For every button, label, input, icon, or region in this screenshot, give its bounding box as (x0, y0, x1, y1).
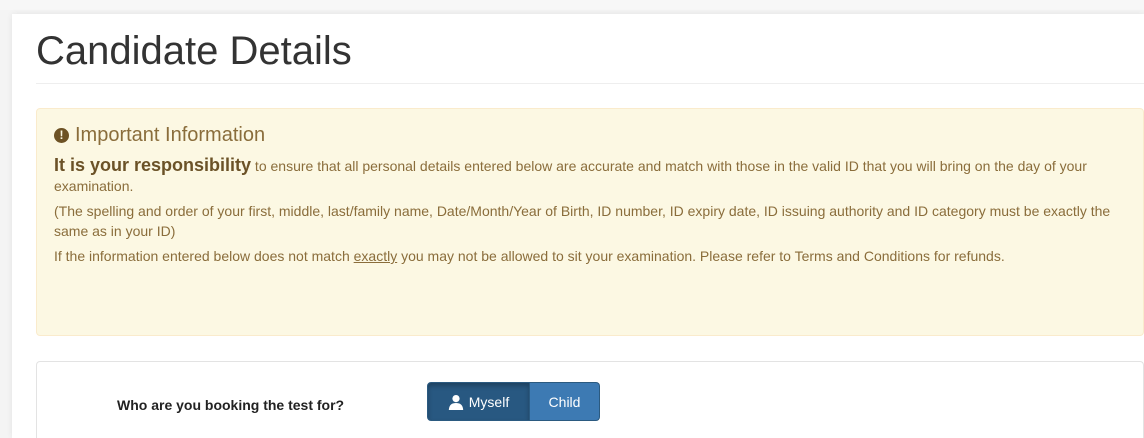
page: Candidate Details ! Important Informatio… (0, 0, 1144, 438)
booking-for-label: Who are you booking the test for? (117, 397, 345, 413)
top-band (0, 0, 1144, 10)
child-label: Child (548, 393, 581, 410)
mismatch-text-after: you may not be allowed to sit your exami… (397, 248, 1005, 264)
user-icon (448, 394, 463, 410)
candidate-details-card: Candidate Details ! Important Informatio… (12, 14, 1144, 438)
booking-for-panel: Who are you booking the test for? Myself… (36, 361, 1144, 438)
myself-label: Myself (468, 393, 510, 410)
booking-for-toggle: Myself Child (427, 382, 600, 421)
myself-button[interactable]: Myself (427, 382, 530, 421)
page-title: Candidate Details (36, 29, 352, 73)
mismatch-text-before: If the information entered below does no… (54, 248, 354, 264)
alert-heading: ! Important Information (54, 122, 1126, 148)
child-button[interactable]: Child (530, 382, 600, 421)
title-divider (36, 83, 1144, 84)
spelling-order-paragraph: (The spelling and order of your first, m… (54, 203, 1111, 239)
exactly-emphasis: exactly (353, 248, 398, 264)
exclamation-circle-icon: ! (54, 127, 69, 143)
responsibility-strong: It is your responsibility (54, 155, 252, 175)
mismatch-paragraph: If the information entered below does no… (54, 246, 1126, 266)
responsibility-paragraph: It is your responsibility to ensure that… (54, 155, 1126, 196)
alert-heading-text: Important Information (75, 124, 266, 146)
important-information-alert: ! Important Information It is your respo… (36, 108, 1144, 336)
